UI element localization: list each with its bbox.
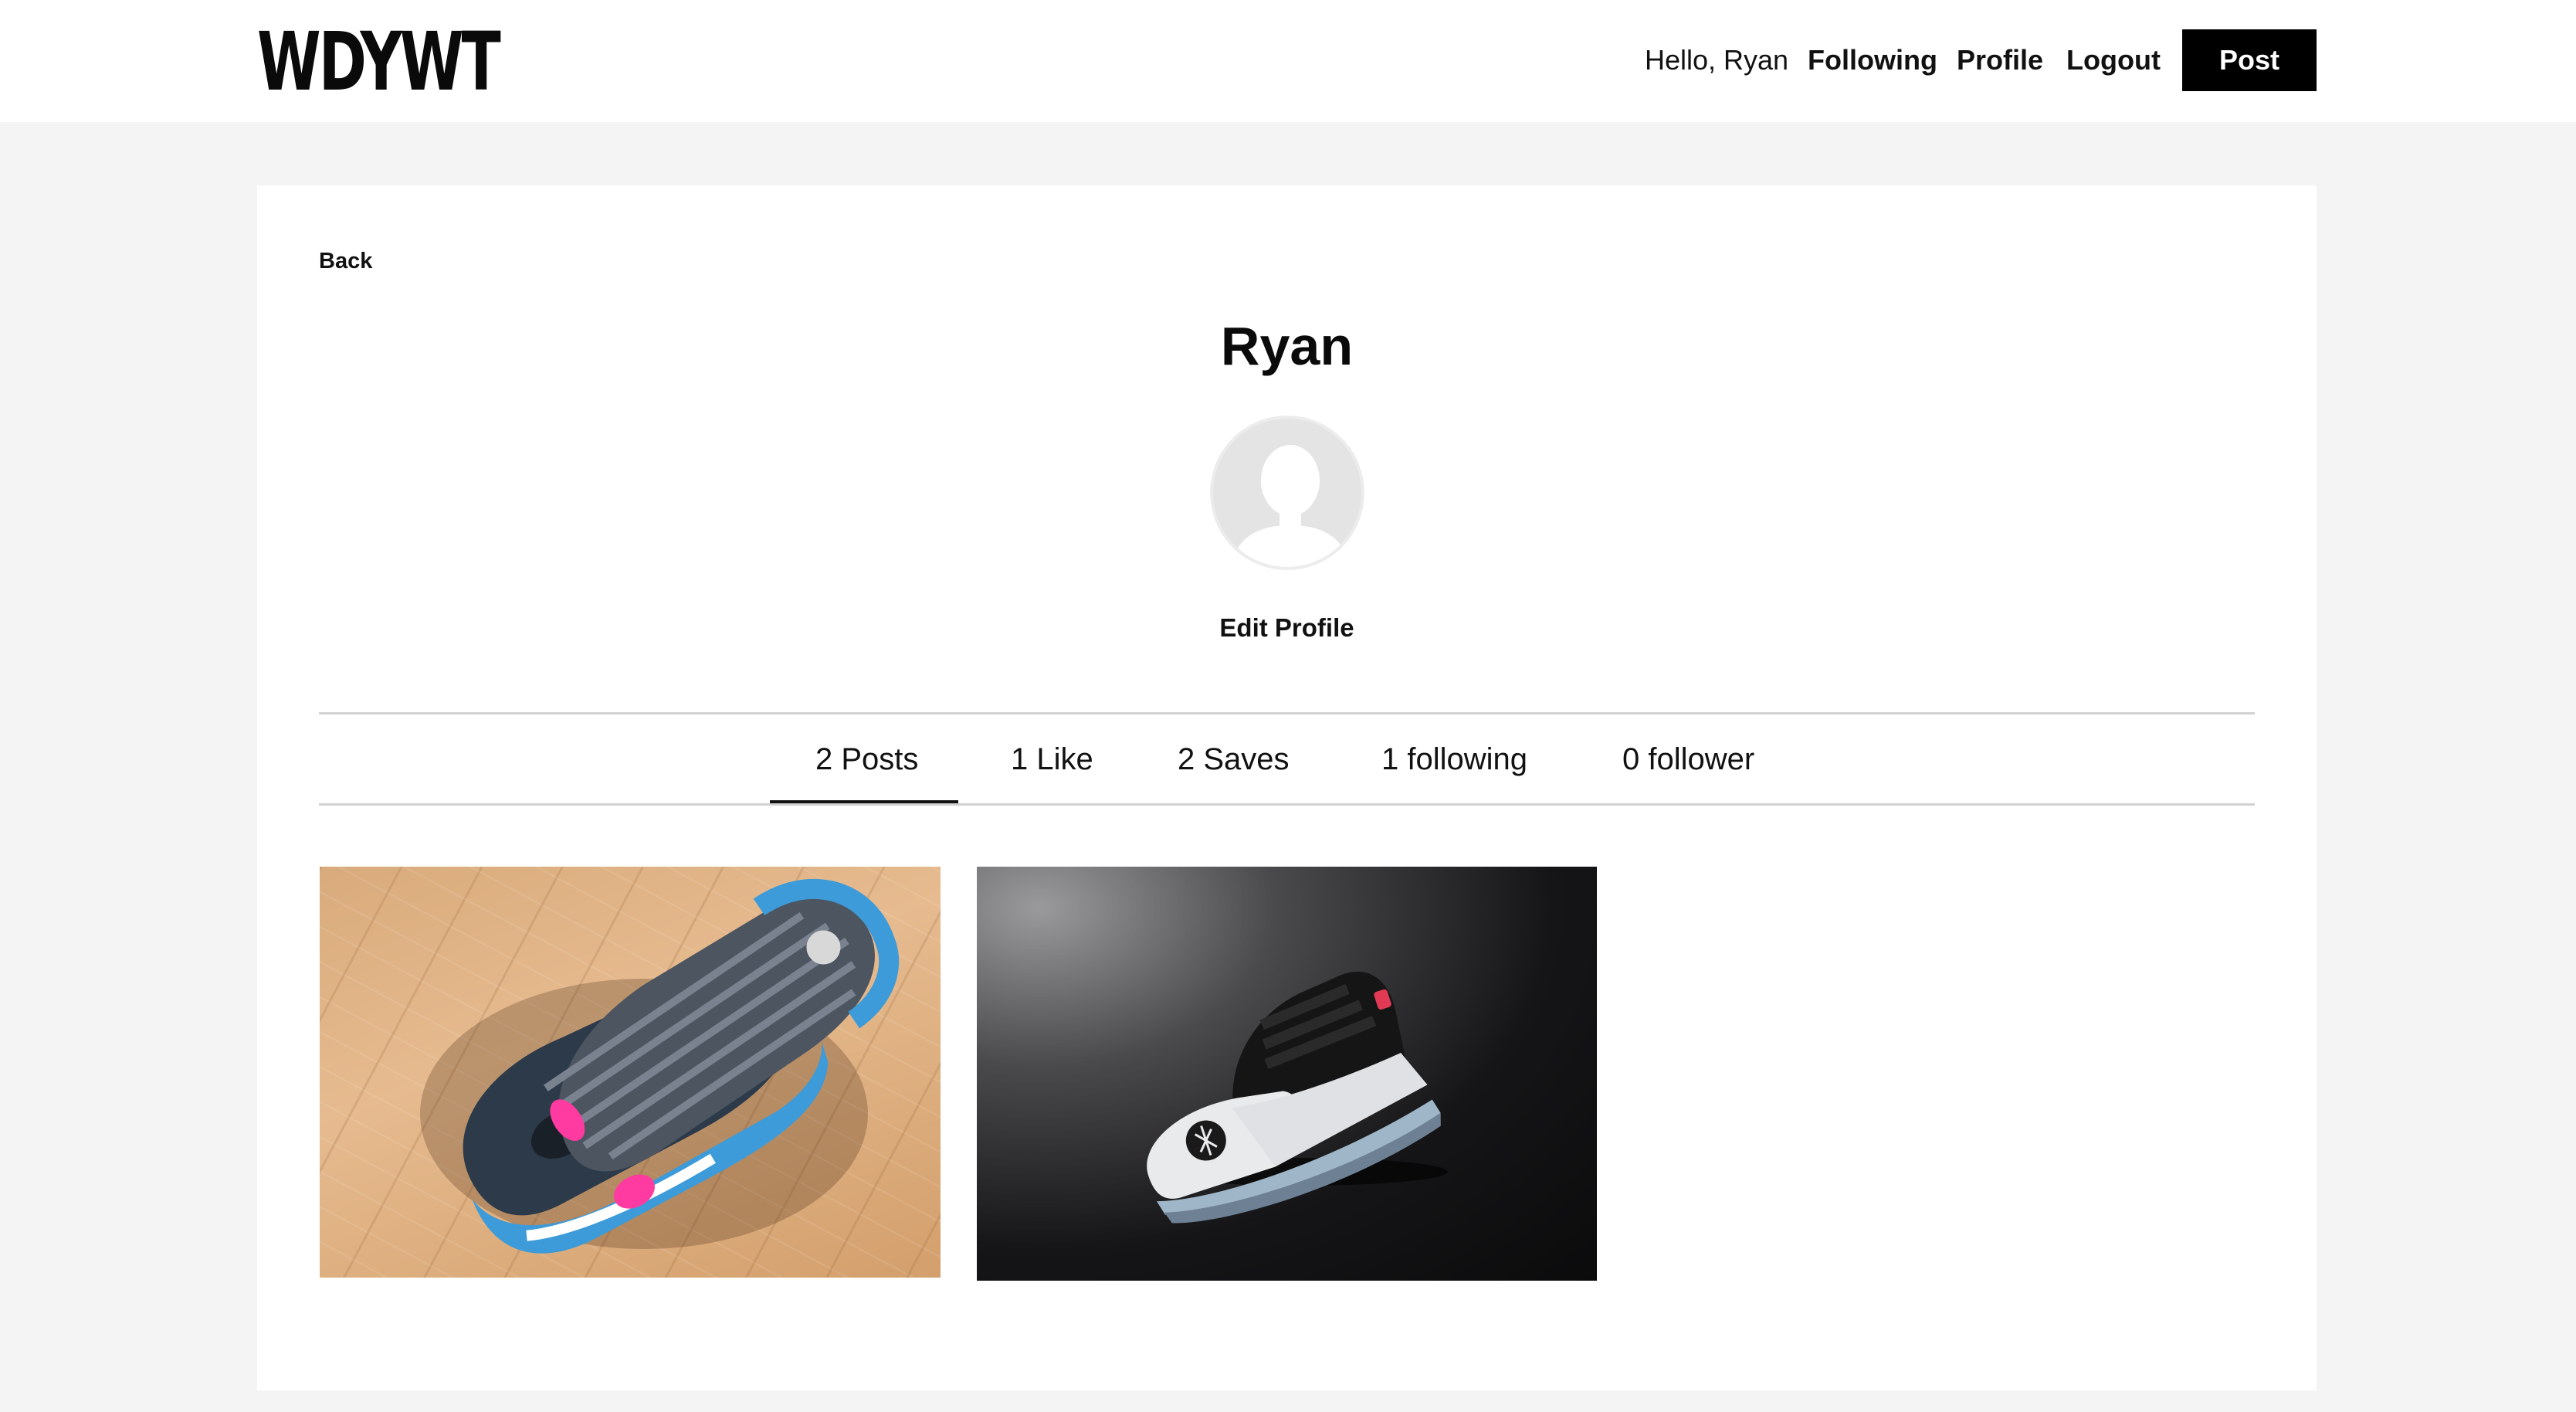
tab-followers[interactable]: 0 follower <box>1622 740 1754 779</box>
post-thumbnail-2[interactable] <box>977 867 1597 1281</box>
avatar <box>1210 416 1364 570</box>
nav-link-logout[interactable]: Logout <box>2066 43 2161 77</box>
post-thumbnail-1[interactable] <box>320 867 941 1278</box>
nav-link-profile[interactable]: Profile <box>1957 43 2043 77</box>
tab-saves[interactable]: 2 Saves <box>1178 740 1290 779</box>
tab-likes[interactable]: 1 Like <box>1011 740 1093 779</box>
stats-divider-top <box>319 712 2255 714</box>
stats-divider-bottom <box>319 803 2255 806</box>
back-link[interactable]: Back <box>319 249 372 274</box>
sneaker-pair-image <box>420 878 900 1254</box>
profile-name: Ryan <box>1220 316 1354 376</box>
edit-profile-button[interactable]: Edit Profile <box>257 613 2317 643</box>
greeting-text: Hello, Ryan <box>1645 44 1789 76</box>
default-avatar-icon <box>1213 419 1361 567</box>
sneaker-image <box>1147 972 1448 1224</box>
tab-posts[interactable]: 2 Posts <box>815 740 918 779</box>
top-navigation-bar: WDYWT Hello, Ryan Following Profile Logo… <box>0 0 2576 122</box>
site-logo[interactable]: WDYWT <box>257 22 501 102</box>
nav-link-following[interactable]: Following <box>1808 43 1937 77</box>
post-button[interactable]: Post <box>2182 29 2317 91</box>
tab-following[interactable]: 1 following <box>1381 740 1527 779</box>
profile-card: Back Ryan Edit Profile 2 Posts 1 Like 2 … <box>257 185 2317 1390</box>
